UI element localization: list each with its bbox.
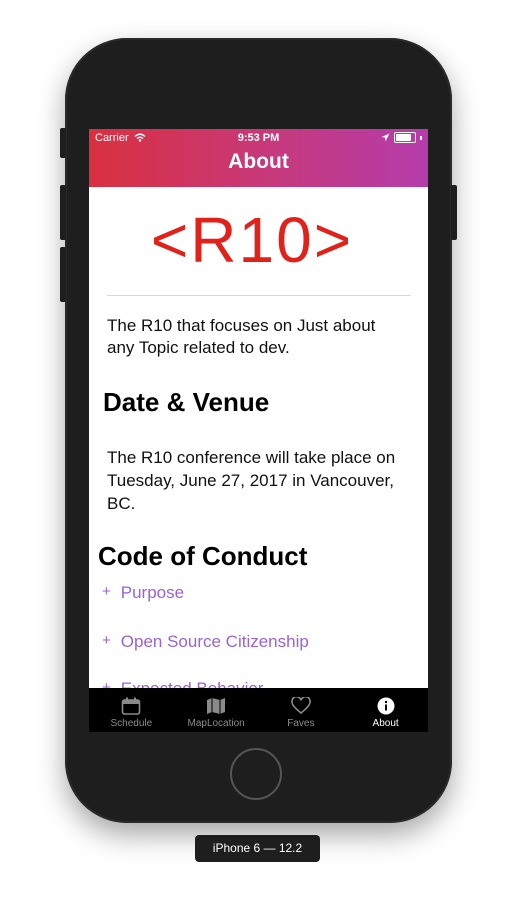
expand-icon: + <box>102 583 111 600</box>
map-icon <box>207 698 226 714</box>
tab-maplocation[interactable]: MapLocation <box>174 688 259 732</box>
coc-item-label: Purpose <box>120 583 185 602</box>
coc-item-open-source[interactable]: + Open Source Citizenship <box>102 632 309 652</box>
divider <box>107 295 411 296</box>
tab-label: About <box>372 718 399 729</box>
info-icon <box>377 697 395 715</box>
location-arrow-icon <box>381 133 390 142</box>
nav-header: Carrier 9:53 PM About <box>89 129 428 187</box>
home-button[interactable] <box>230 748 282 800</box>
volume-down-button <box>60 247 66 302</box>
coc-item-label: Open Source Citizenship <box>120 632 309 651</box>
tab-schedule[interactable]: Schedule <box>89 688 174 732</box>
status-time: 9:53 PM <box>237 132 280 144</box>
coc-item-purpose[interactable]: + Purpose <box>102 583 184 603</box>
tab-bar: Schedule MapLocation Faves About <box>89 688 428 732</box>
date-venue-text: The R10 conference will take place on Tu… <box>107 448 396 513</box>
tab-about[interactable]: About <box>343 688 428 732</box>
tab-label: MapLocation <box>187 718 245 729</box>
power-button <box>451 185 457 240</box>
tab-label: Faves <box>287 718 315 729</box>
volume-up-button <box>60 185 66 240</box>
heart-icon <box>291 697 311 715</box>
calendar-icon <box>122 697 141 715</box>
battery-icon <box>394 132 416 143</box>
r10-logo: <R10> <box>150 204 354 276</box>
code-of-conduct-heading: Code of Conduct <box>98 541 308 571</box>
tab-faves[interactable]: Faves <box>259 688 344 732</box>
status-bar: Carrier 9:53 PM <box>89 131 428 145</box>
tab-label: Schedule <box>110 718 153 729</box>
expand-icon: + <box>102 632 111 649</box>
intro-text: The R10 that focuses on Just about any T… <box>107 316 376 357</box>
page-title: About <box>228 150 289 173</box>
battery-tip <box>420 135 422 140</box>
device-label: iPhone 6 — 12.2 <box>195 835 320 862</box>
app-screen: Carrier 9:53 PM About <R10> The R10 that… <box>89 129 428 732</box>
status-right <box>381 132 422 143</box>
date-venue-heading: Date & Venue <box>103 387 270 417</box>
mute-switch <box>60 128 66 158</box>
